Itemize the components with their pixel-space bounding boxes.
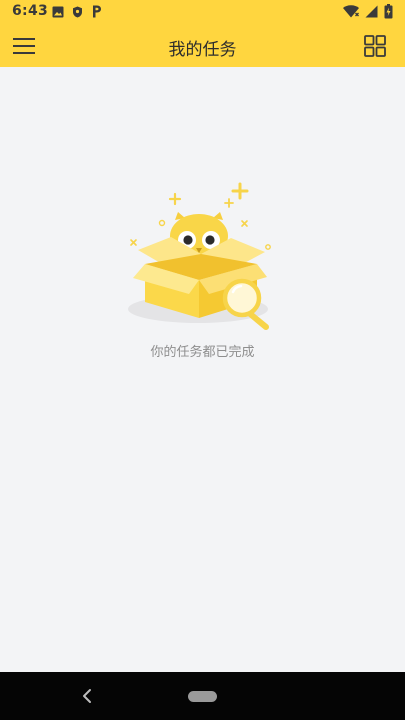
empty-state-message: 你的任务都已完成 <box>150 345 255 360</box>
battery-icon <box>384 4 393 19</box>
shield-icon <box>73 6 82 17</box>
home-pill-icon[interactable] <box>188 691 217 702</box>
owl-in-box-search-illustration <box>128 182 271 330</box>
wifi-icon <box>343 5 359 18</box>
parking-icon <box>93 5 101 18</box>
status-time: 6:43 <box>12 3 49 19</box>
image-icon <box>52 6 64 17</box>
page-title: 我的任务 <box>168 40 237 60</box>
navigation-bar <box>0 672 405 720</box>
notification-icons <box>52 5 102 18</box>
app-bar: 我的任务 <box>0 24 405 67</box>
status-bar: 6:43 <box>0 0 405 24</box>
system-icons <box>343 4 393 19</box>
back-chevron-icon[interactable] <box>78 686 98 706</box>
grid-view-icon[interactable] <box>363 34 387 58</box>
signal-icon <box>365 5 378 18</box>
